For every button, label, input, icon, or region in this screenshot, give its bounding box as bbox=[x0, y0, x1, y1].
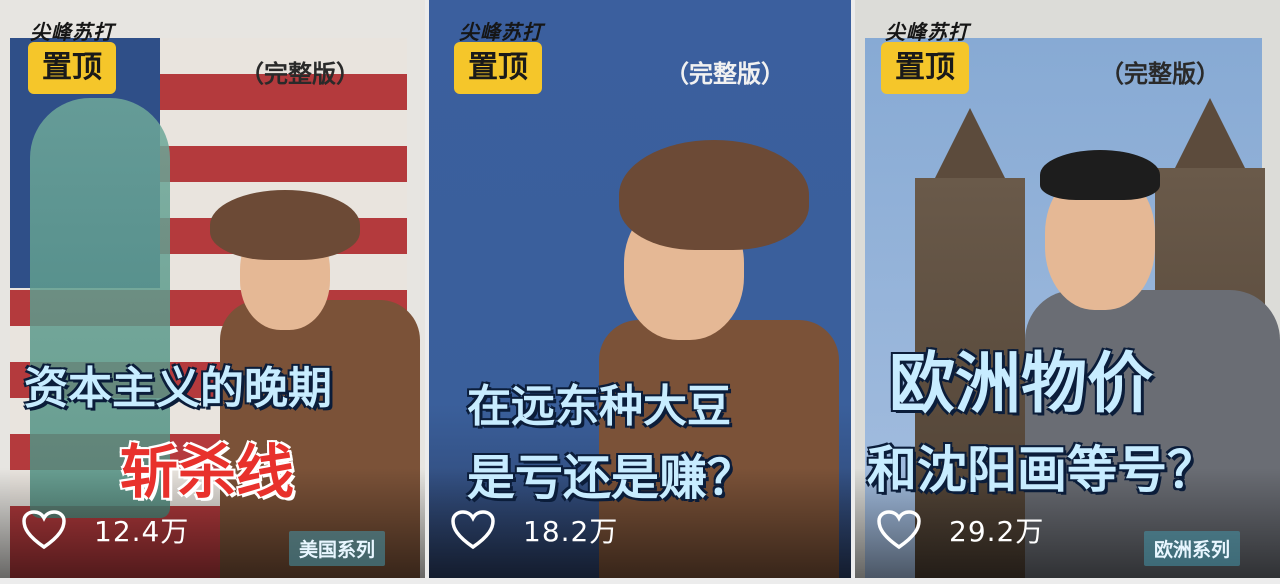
channel-brand: 尖峰苏打 bbox=[459, 20, 543, 44]
headline-line-2: 是亏还是赚？ bbox=[467, 450, 756, 506]
like-count-value: 29.2万 bbox=[949, 515, 1045, 548]
series-tag[interactable]: 欧洲系列 bbox=[1143, 531, 1240, 566]
like-count-value: 18.2万 bbox=[523, 515, 619, 548]
like-count[interactable]: 29.2万 bbox=[877, 510, 1044, 550]
series-tag[interactable]: 美国系列 bbox=[288, 531, 385, 566]
edition-label: （完整版） bbox=[240, 60, 360, 88]
headline-line-1: 在远东种大豆 bbox=[467, 381, 731, 432]
edition-label: （完整版） bbox=[1100, 60, 1220, 88]
video-card-3[interactable]: 尖峰苏打 置顶 （完整版） 欧洲物价 和沈阳画等号？ 29.2万 欧洲系列 bbox=[855, 0, 1280, 578]
heart-icon[interactable] bbox=[451, 510, 495, 550]
headline-line-2: 斩杀线 bbox=[120, 438, 295, 506]
channel-brand: 尖峰苏打 bbox=[885, 20, 969, 44]
video-grid: 尖峰苏打 置顶 （完整版） 资本主义的晚期 斩杀线 12.4万 美国系列 尖峰苏… bbox=[0, 0, 1280, 584]
headline-line-1: 资本主义的晚期 bbox=[24, 363, 332, 414]
like-count[interactable]: 12.4万 bbox=[22, 510, 189, 550]
video-card-1[interactable]: 尖峰苏打 置顶 （完整版） 资本主义的晚期 斩杀线 12.4万 美国系列 bbox=[0, 0, 425, 578]
headline-line-2: 和沈阳画等号？ bbox=[867, 441, 1217, 499]
heart-icon[interactable] bbox=[877, 510, 921, 550]
like-count-value: 12.4万 bbox=[94, 515, 190, 548]
pinned-badge: 置顶 bbox=[28, 42, 116, 94]
pinned-badge: 置顶 bbox=[454, 42, 542, 94]
edition-label: （完整版） bbox=[665, 60, 785, 88]
pinned-badge: 置顶 bbox=[881, 42, 969, 94]
channel-brand: 尖峰苏打 bbox=[30, 20, 114, 44]
like-count[interactable]: 18.2万 bbox=[451, 510, 618, 550]
video-card-2[interactable]: 尖峰苏打 置顶 （完整版） 在远东种大豆 是亏还是赚？ 18.2万 bbox=[429, 0, 851, 578]
headline-line-1: 欧洲物价 bbox=[889, 345, 1153, 422]
heart-icon[interactable] bbox=[22, 510, 66, 550]
